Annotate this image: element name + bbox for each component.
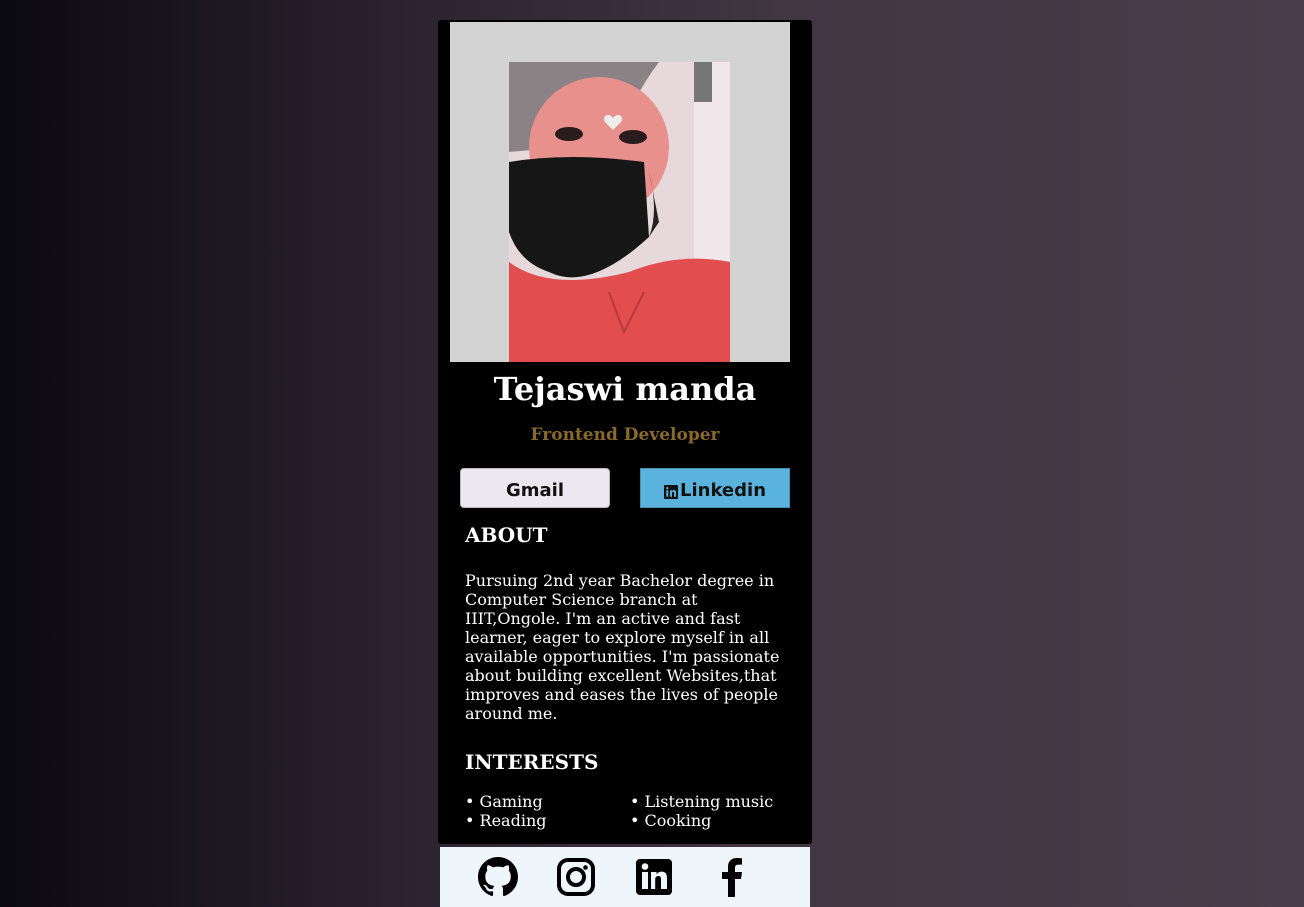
github-icon[interactable] (478, 857, 518, 897)
interest-item: Gaming (465, 792, 630, 811)
social-footer (440, 847, 810, 907)
interest-item: Cooking (630, 811, 795, 830)
instagram-icon[interactable] (556, 857, 596, 897)
profile-name: Tejaswi manda (493, 370, 757, 408)
profile-photo-frame (450, 22, 790, 362)
profile-role: Frontend Developer (530, 425, 720, 445)
about-text: Pursuing 2nd year Bachelor degree in Com… (465, 571, 780, 723)
interest-item: Listening music (630, 792, 795, 811)
linkedin-small-icon (663, 483, 678, 499)
facebook-icon[interactable] (712, 857, 752, 897)
gmail-button-label: Gmail (505, 479, 565, 501)
gmail-button[interactable]: Gmail (460, 468, 610, 508)
profile-card: Tejaswi manda Frontend Developer Gmail L… (438, 20, 812, 844)
linkedin-icon[interactable] (634, 857, 674, 897)
interests-title: INTERESTS (465, 750, 599, 774)
profile-photo (509, 62, 730, 362)
linkedin-button-label: Linkedin (679, 479, 767, 501)
about-title: ABOUT (465, 523, 548, 547)
interests-list: Gaming Listening music Reading Cooking (465, 792, 795, 830)
interest-item: Reading (465, 811, 630, 830)
linkedin-button[interactable]: Linkedin (640, 468, 790, 508)
